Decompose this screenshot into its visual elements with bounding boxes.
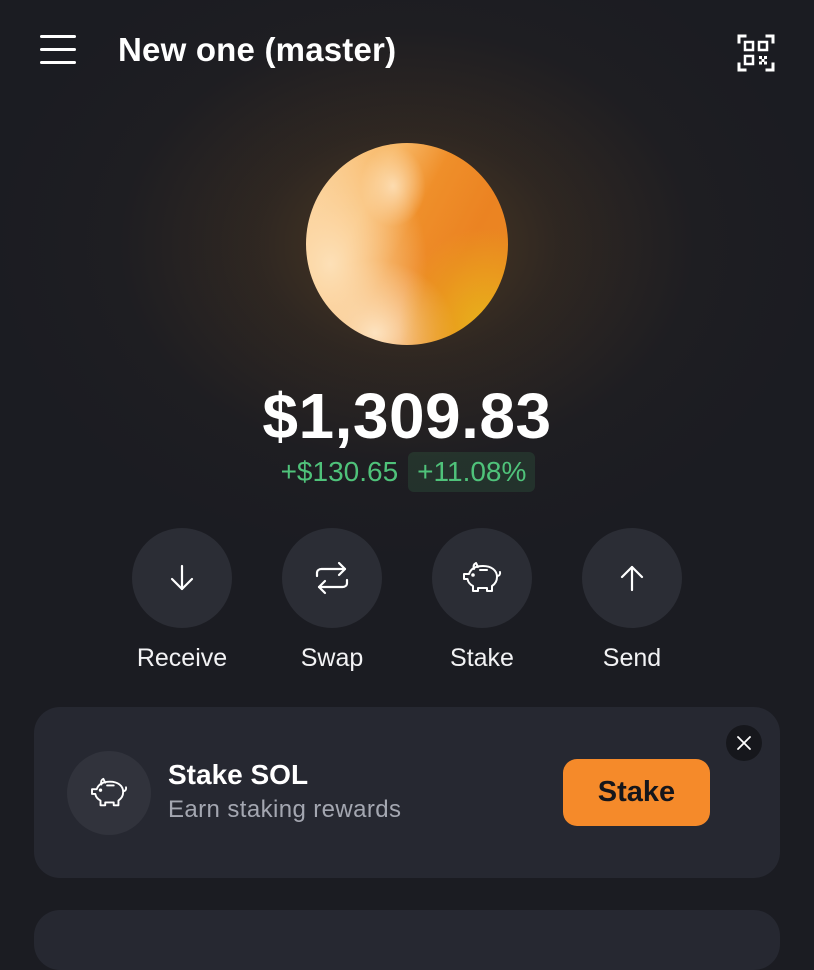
promo-title: Stake SOL <box>168 759 309 790</box>
account-avatar[interactable] <box>306 143 508 345</box>
promo-stake-button[interactable]: Stake <box>563 759 710 826</box>
hamburger-menu-icon[interactable] <box>38 32 78 68</box>
total-balance: $1,309.83 <box>262 380 552 452</box>
stake-label: Stake <box>450 644 514 672</box>
piggy-bank-icon <box>463 562 502 592</box>
balance-change: +$130.65 +11.08% <box>0 452 814 492</box>
qr-scan-icon[interactable] <box>734 31 778 75</box>
receive-label: Receive <box>136 644 228 672</box>
piggy-bank-icon <box>67 751 151 835</box>
change-amount: +$130.65 <box>280 456 399 487</box>
swap-button[interactable]: Swap <box>257 528 407 673</box>
swap-label: Swap <box>300 644 364 672</box>
stake-button[interactable]: Stake <box>407 528 557 673</box>
send-button[interactable]: Send <box>557 528 707 673</box>
stake-sol-promo-card: Stake SOL Earn staking rewards Stake <box>34 707 780 878</box>
receive-button[interactable]: Receive <box>107 528 257 673</box>
send-label: Send <box>602 644 662 672</box>
change-percent-badge: +11.08% <box>408 452 536 492</box>
arrow-down-icon <box>170 564 194 591</box>
next-card-peek <box>34 910 780 970</box>
arrow-up-icon <box>620 565 644 592</box>
close-icon[interactable] <box>726 725 762 761</box>
swap-arrows-icon <box>315 561 349 595</box>
promo-subtitle: Earn staking rewards <box>168 796 402 823</box>
account-title[interactable]: New one (master) <box>118 31 396 69</box>
